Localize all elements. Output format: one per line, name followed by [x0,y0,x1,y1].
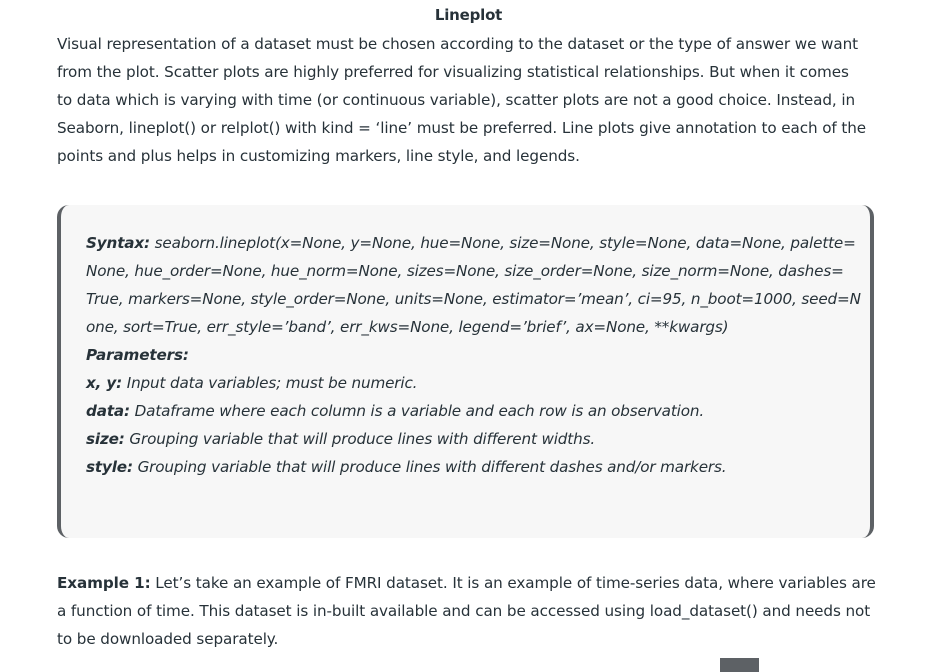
parameters-heading-text: Parameters: [86,346,189,364]
parameter-desc: Input data variables; must be numeric. [122,374,418,392]
intro-line: Visual representation of a dataset must … [57,35,858,53]
syntax-line: Syntax: seaborn.lineplot(x=None, y=None,… [86,229,856,257]
syntax-box: Syntax: seaborn.lineplot(x=None, y=None,… [57,205,874,538]
parameter-name: x, y: [86,374,123,392]
intro-line: Seaborn, lineplot() or relplot() with ki… [57,119,867,137]
intro-line: from the plot. Scatter plots are highly … [57,63,849,81]
parameter-name: size: [86,430,125,448]
parameter-row: size: Grouping variable that will produc… [86,425,846,453]
parameter-row: data: Dataframe where each column is a v… [86,397,846,425]
parameter-desc: Grouping variable that will produce line… [124,430,596,448]
example-line: a function of time. This dataset is in-b… [57,602,871,620]
example-line: to be downloaded separately. [57,630,279,648]
syntax-line: True, markers=None, style_order=None, un… [86,290,861,308]
parameter-row: x, y: Input data variables; must be nume… [86,369,846,397]
parameter-name: data: [86,402,130,420]
page-title: Lineplot [434,6,503,24]
example-text: Let’s take an example of FMRI dataset. I… [150,574,876,592]
parameter-desc: Dataframe where each column is a variabl… [129,402,705,420]
parameter-desc: Grouping variable that will produce line… [132,458,727,476]
parameter-name: style: [86,458,133,476]
intro-line: points and plus helps in customizing mar… [57,147,580,165]
intro-line: to data which is varying with time (or c… [57,91,856,109]
syntax-label: Syntax: [86,234,150,252]
example-paragraph: Example 1: Let’s take an example of FMRI… [57,569,887,653]
intro-paragraph: Visual representation of a dataset must … [57,30,887,170]
parameter-row: style: Grouping variable that will produ… [86,453,846,481]
example-label: Example 1: [57,574,151,592]
example-line: Example 1: Let’s take an example of FMRI… [57,569,887,597]
syntax-text: seaborn.lineplot(x=None, y=None, hue=Non… [149,234,856,252]
scroll-to-top-button[interactable] [720,658,759,672]
parameters-heading: Parameters: [86,341,846,369]
syntax-line: one, sort=True, err_style=’band’, err_kw… [86,318,729,336]
syntax-line: None, hue_order=None, hue_norm=None, siz… [86,262,844,280]
